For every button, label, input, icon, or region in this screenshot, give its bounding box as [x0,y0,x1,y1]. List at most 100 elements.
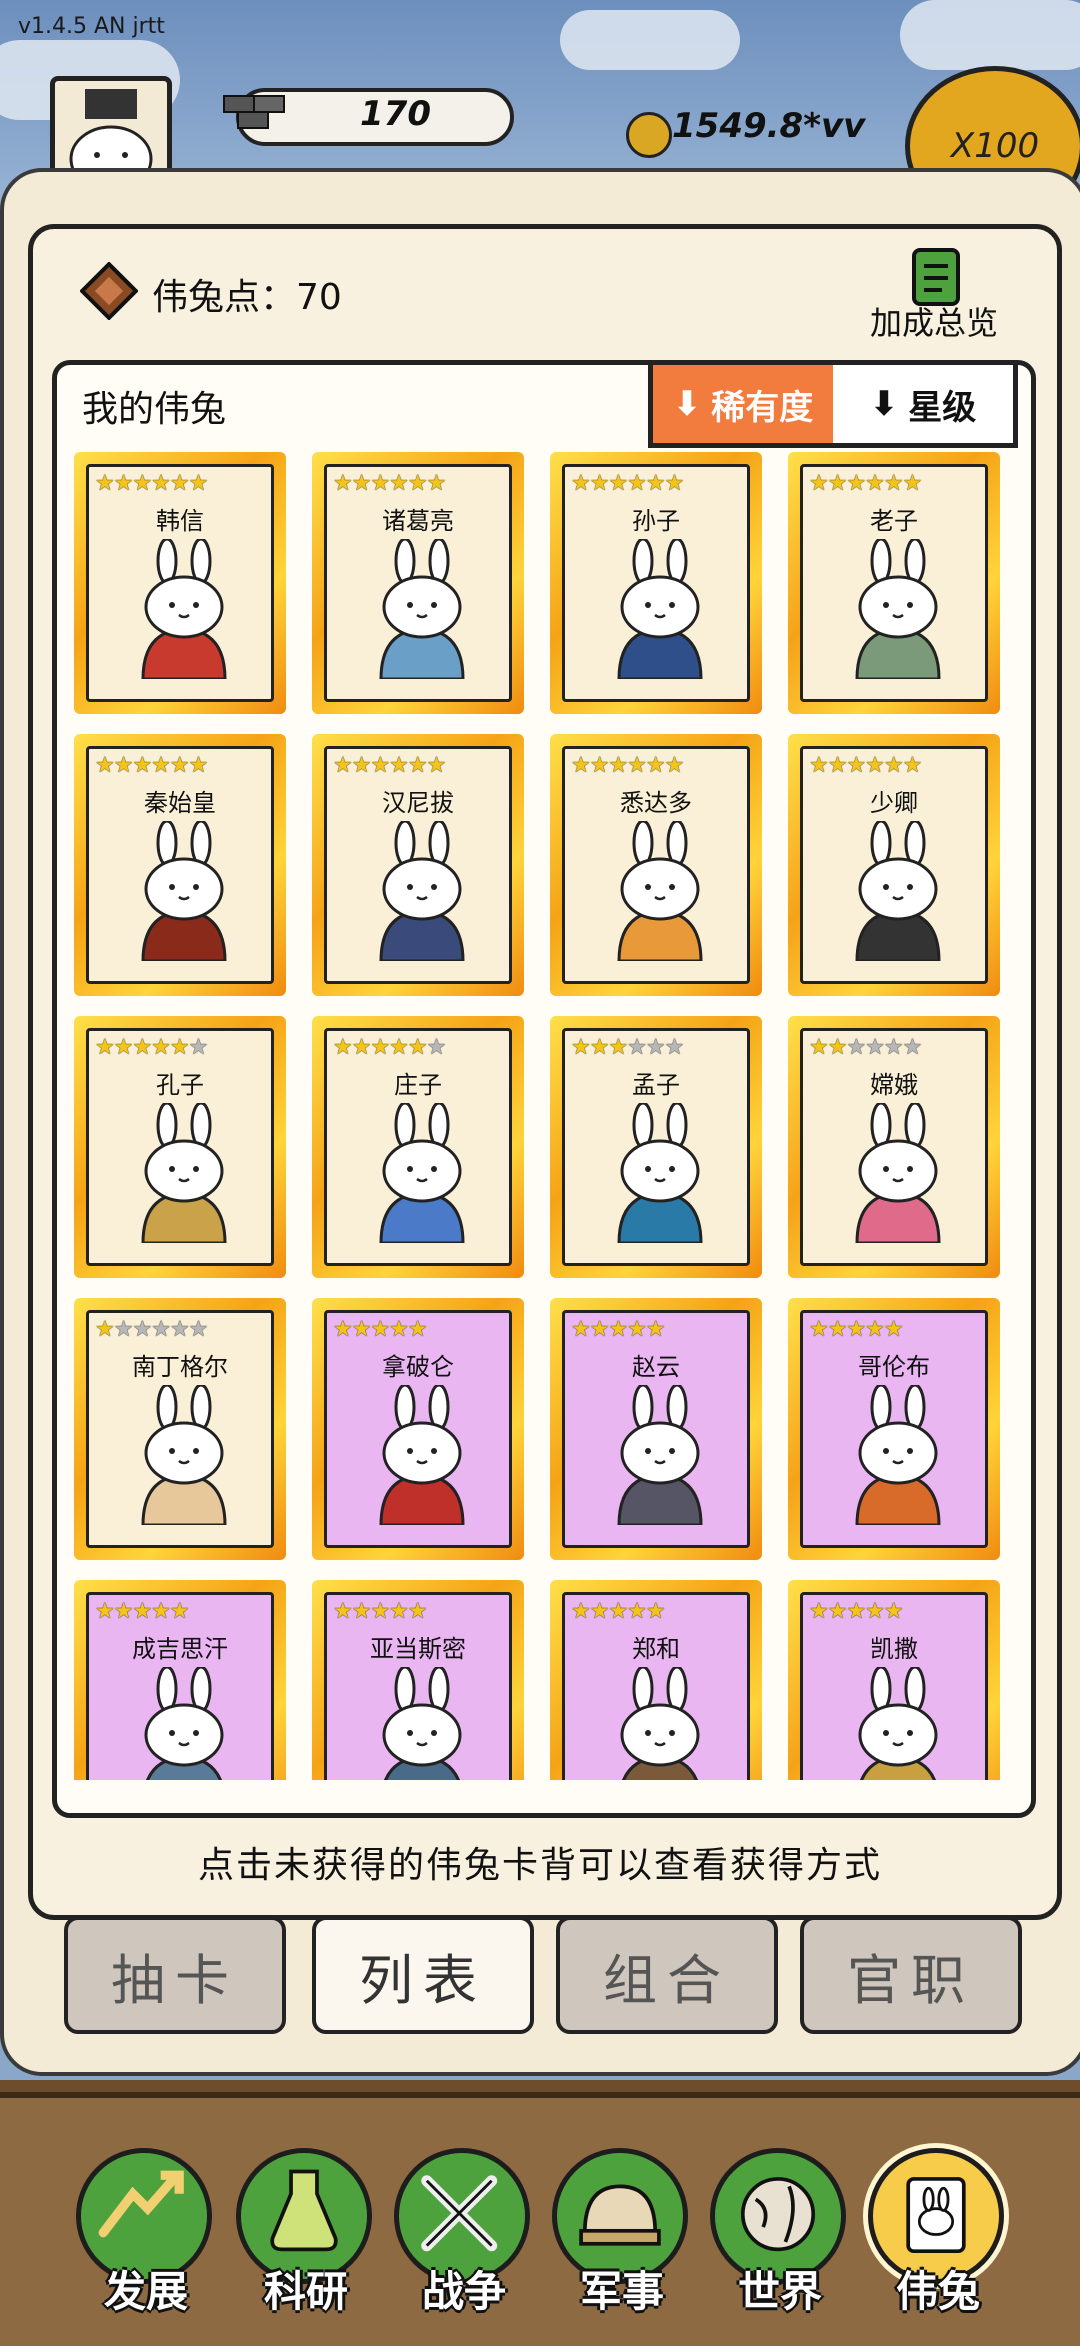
rabbit-card-name: 诸葛亮 [382,507,454,535]
rabbit-card[interactable]: ★★★★★ 郑和 [550,1580,762,1780]
nav-item-3[interactable]: 军事 [552,2148,692,2328]
rabbit-card-name: 拿破仑 [382,1353,454,1381]
rabbit-card[interactable]: ★★★★★ 哥伦布 [788,1298,1000,1560]
rabbit-card[interactable]: ★★★★★ 拿破仑 [312,1298,524,1560]
nav-label: 战争 [421,2267,506,2316]
nav-label: 科研 [263,2267,348,2316]
nav-item-0[interactable]: 发展 [76,2148,216,2328]
bunny-portrait-icon [144,1667,224,1780]
multiplier-label: X100 [950,126,1040,166]
nav-label: 世界 [737,2267,822,2316]
sort-toggle: ⬇ 稀有度 ⬇ 星级 [648,360,1018,448]
rabbit-card[interactable]: ★★★★★★ 秦始皇 [74,734,286,996]
rabbit-card-face: ★★★★★★ 少卿 [800,746,988,984]
sort-by-rarity-button[interactable]: ⬇ 稀有度 [653,365,833,443]
cloud [560,10,740,70]
bunny-portrait-icon [617,1103,703,1243]
star-rating: ★★★★★★ [95,753,208,778]
rabbit-card-face: ★★★★★ 亚当斯密 [324,1592,512,1780]
rabbit-card-face: ★★★★★ 赵云 [562,1310,750,1548]
tab-list[interactable]: 列表 [312,1916,534,2034]
version-label: v1.4.5 AN jrtt [18,14,165,39]
rabbit-card[interactable]: ★★★★★ 成吉思汗 [74,1580,286,1780]
bunny-portrait-icon [855,1103,941,1243]
tab-label: 抽卡 [111,1948,239,2012]
rabbit-card-face: ★★★★★★ 孟子 [562,1028,750,1266]
bunny-portrait-icon [855,539,941,679]
star-rating: ★★★★★ [809,1599,904,1624]
rabbit-card-name: 亚当斯密 [370,1635,466,1663]
rabbit-card-face: ★★★★★ 凯撒 [800,1592,988,1780]
rabbit-card-face: ★★★★★★ 嫦娥 [800,1028,988,1266]
resource-value: 170 [360,94,431,134]
hint-text: 点击未获得的伟兔卡背可以查看获得方式 [197,1845,882,1886]
tab-label: 列表 [359,1948,487,2012]
nav-item-4[interactable]: 世界 [710,2148,850,2328]
rabbit-card-name: 孔子 [156,1071,204,1099]
rabbit-card-name: 悉达多 [620,789,692,817]
rabbit-card[interactable]: ★★★★★★ 庄子 [312,1016,524,1278]
coin-value: 1549.8*vv [672,106,866,146]
tab-label: 组合 [603,1948,731,2012]
rabbit-card-name: 嫦娥 [870,1071,918,1099]
rabbit-card[interactable]: ★★★★★★ 汉尼拔 [312,734,524,996]
coin-icon [626,112,672,158]
rabbit-card-name: 韩信 [156,507,204,535]
rabbit-points: 伟兔点：70 [152,268,342,320]
bunny-portrait-icon [379,1385,465,1525]
rabbit-card[interactable]: ★★★★★★ 孟子 [550,1016,762,1278]
rabbit-card[interactable]: ★★★★★★ 韩信 [74,452,286,714]
star-rating: ★★★★★★ [571,1035,684,1060]
rabbit-card[interactable]: ★★★★★★ 孔子 [74,1016,286,1278]
rabbit-card-face: ★★★★★★ 韩信 [86,464,274,702]
sort-rarity-label: 稀有度 [711,387,814,428]
rabbit-card[interactable]: ★★★★★★ 南丁格尔 [74,1298,286,1560]
bunny-portrait-icon [617,821,703,961]
rabbit-card-face: ★★★★★ 成吉思汗 [86,1592,274,1780]
rabbit-card-name: 孙子 [632,507,680,535]
bonus-overview-label[interactable]: 加成总览 [870,298,998,344]
star-rating: ★★★★★ [571,1317,666,1342]
rabbit-card[interactable]: ★★★★★★ 嫦娥 [788,1016,1000,1278]
rabbit-card-name: 赵云 [632,1353,680,1381]
bunny-portrait-icon [617,1385,703,1525]
tab-combo[interactable]: 组合 [556,1916,778,2034]
cloud [900,0,1080,70]
sort-by-star-button[interactable]: ⬇ 星级 [833,365,1013,443]
rabbit-card-face: ★★★★★★ 诸葛亮 [324,464,512,702]
nav-label: 伟兔 [895,2267,980,2316]
bunny-portrait-icon [858,1667,938,1780]
rabbit-card[interactable]: ★★★★★ 亚当斯密 [312,1580,524,1780]
my-rabbits-title: 我的伟兔 [82,389,227,430]
rabbit-card-face: ★★★★★ 拿破仑 [324,1310,512,1548]
rabbit-card-face: ★★★★★★ 南丁格尔 [86,1310,274,1548]
bunny-portrait-icon [141,1103,227,1243]
star-rating: ★★★★★★ [95,1317,208,1342]
rabbit-card[interactable]: ★★★★★ 赵云 [550,1298,762,1560]
rabbit-card-grid: ★★★★★★ 韩信 ★★★★★★ 诸葛亮 ★★★★★★ 孙子 ★★★★★★ 老子 ★★★★★★ 秦… [74,452,1004,1780]
rabbit-card-face: ★★★★★★ 孙子 [562,464,750,702]
bunny-portrait-icon [855,821,941,961]
tab-draw-card[interactable]: 抽卡 [64,1916,286,2034]
rabbit-card[interactable]: ★★★★★★ 老子 [788,452,1000,714]
rabbit-card[interactable]: ★★★★★ 凯撒 [788,1580,1000,1780]
star-rating: ★★★★★★ [333,753,446,778]
rabbit-card[interactable]: ★★★★★★ 诸葛亮 [312,452,524,714]
rabbit-card-face: ★★★★★★ 庄子 [324,1028,512,1266]
rabbit-card-name: 少卿 [870,789,918,817]
rabbit-card[interactable]: ★★★★★★ 少卿 [788,734,1000,996]
tab-official[interactable]: 官职 [800,1916,1022,2034]
bunny-portrait-icon [617,539,703,679]
star-rating: ★★★★★★ [571,471,684,496]
nav-item-2[interactable]: 战争 [394,2148,534,2328]
rabbit-card-name: 庄子 [394,1071,442,1099]
bunny-portrait-icon [855,1385,941,1525]
rabbit-card-face: ★★★★★★ 悉达多 [562,746,750,984]
rabbit-card[interactable]: ★★★★★★ 悉达多 [550,734,762,996]
nav-item-5[interactable]: 伟兔 [868,2148,1008,2328]
rabbit-card[interactable]: ★★★★★★ 孙子 [550,452,762,714]
rabbit-card-name: 老子 [870,507,918,535]
bunny-portrait-icon [141,821,227,961]
rabbit-card-name: 郑和 [632,1635,680,1663]
nav-item-1[interactable]: 科研 [236,2148,376,2328]
